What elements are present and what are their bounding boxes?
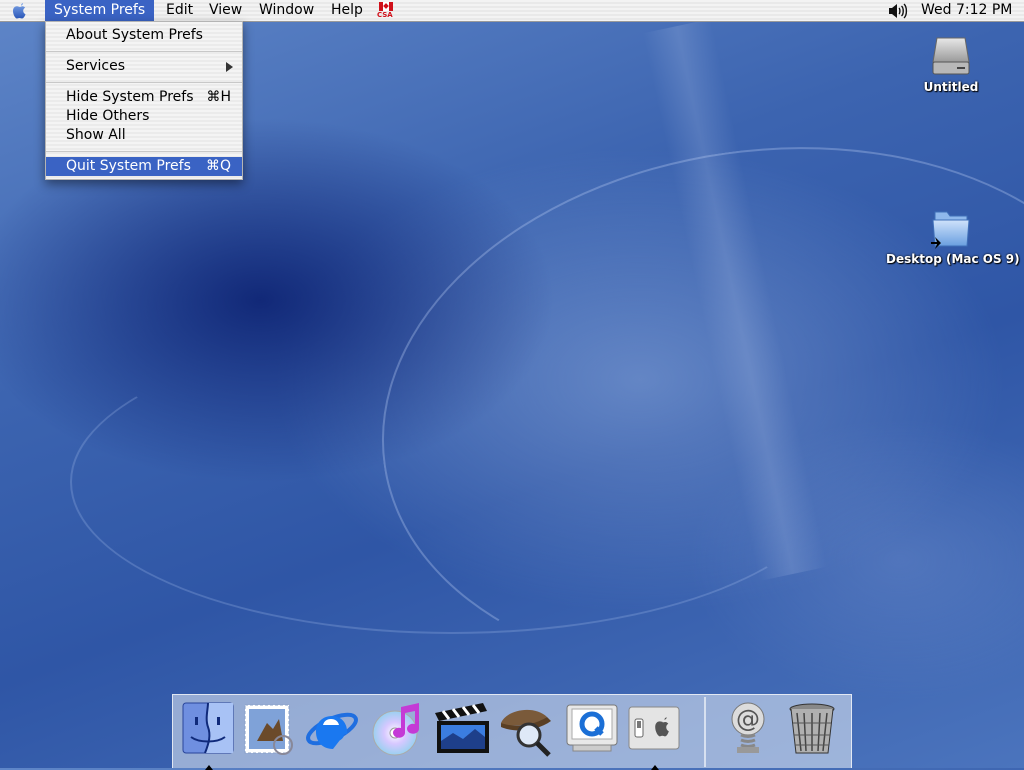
mac-os-x-mail-spring-icon: @: [731, 702, 765, 753]
dock-app-imovie[interactable]: [431, 699, 491, 763]
dock-app-system-preferences[interactable]: [625, 699, 685, 770]
system-preferences-icon: [628, 706, 680, 750]
wallpaper-arc: [70, 330, 834, 634]
itunes-icon: [372, 703, 419, 756]
dock-divider: [704, 697, 706, 767]
desktop-icon-desktop-mac-os-9[interactable]: Desktop (Mac OS 9): [886, 204, 1020, 266]
dock-app-finder[interactable]: [179, 699, 239, 770]
menu-item-hide-others[interactable]: Hide Others: [46, 107, 242, 126]
mail-icon: [244, 704, 293, 755]
menu-separator: [46, 51, 242, 52]
apple-logo-icon: [13, 3, 26, 19]
quicktime-icon: [566, 704, 618, 752]
menu-view[interactable]: View: [200, 0, 251, 21]
hard-drive-icon: [932, 37, 970, 75]
wallpaper-light-beam: [642, 18, 828, 582]
canada-flag-icon: [379, 2, 393, 11]
menu-item-hide-app[interactable]: Hide System Prefs ⌘H: [46, 88, 242, 107]
dock-app-internet-explorer[interactable]: [303, 699, 363, 763]
menu-bar: System Prefs Edit View Window Help CSA W…: [0, 0, 1024, 22]
menu-system-prefs[interactable]: System Prefs: [45, 0, 155, 21]
dock-app-trash[interactable]: [783, 699, 843, 763]
input-source-label: CSA: [377, 11, 393, 19]
internet-explorer-icon: [306, 712, 358, 749]
menu-item-label: Quit System Prefs: [66, 158, 191, 174]
dock-app-mail[interactable]: [239, 699, 299, 763]
menu-window[interactable]: Window: [250, 0, 323, 21]
menu-item-about[interactable]: About System Prefs: [46, 26, 242, 45]
menu-clock[interactable]: Wed 7:12 PM: [912, 0, 1021, 21]
imovie-icon: [435, 703, 489, 753]
dock-app-itunes[interactable]: [367, 699, 427, 763]
dock-app-quicktime[interactable]: [563, 699, 623, 763]
speaker-volume-icon: [889, 3, 908, 19]
desktop-icon-label: Untitled: [923, 80, 979, 94]
menu-shortcut: ⌘H: [206, 89, 231, 105]
desktop-icon-label: Desktop (Mac OS 9): [886, 252, 1020, 266]
dock-app-mail-at-spring[interactable]: @: [719, 699, 779, 763]
finder-icon: [182, 702, 234, 754]
menu-item-quit[interactable]: Quit System Prefs ⌘Q: [46, 157, 242, 176]
menu-edit[interactable]: Edit: [157, 0, 202, 21]
menu-item-label: About System Prefs: [66, 27, 203, 43]
submenu-arrow-icon: [226, 62, 233, 72]
menu-item-label: Services: [66, 58, 126, 74]
canadian-flag-input-menu[interactable]: CSA: [377, 0, 395, 21]
folder-alias-icon: [931, 211, 970, 249]
menu-separator: [46, 151, 242, 152]
system-prefs-app-menu: About System Prefs Services Hide System …: [45, 21, 243, 180]
menu-item-label: Hide Others: [66, 108, 150, 124]
menu-item-label: Hide System Prefs: [66, 89, 194, 105]
menu-help[interactable]: Help: [322, 0, 372, 21]
menu-shortcut: ⌘Q: [205, 158, 231, 174]
menu-item-show-all[interactable]: Show All: [46, 126, 242, 145]
svg-text:@: @: [736, 705, 760, 733]
menu-item-label: Show All: [66, 127, 126, 143]
wallpaper-arc: [347, 99, 1024, 725]
trash-icon: [789, 703, 835, 754]
sherlock-icon: [501, 709, 551, 757]
desktop-icon-untitled[interactable]: Untitled: [918, 32, 984, 94]
dock-app-sherlock[interactable]: [495, 699, 555, 763]
apple-menu[interactable]: [8, 0, 30, 21]
menu-separator: [46, 82, 242, 83]
dock: @: [172, 694, 852, 770]
menu-item-services[interactable]: Services: [46, 57, 242, 76]
volume-menu[interactable]: [884, 0, 908, 21]
